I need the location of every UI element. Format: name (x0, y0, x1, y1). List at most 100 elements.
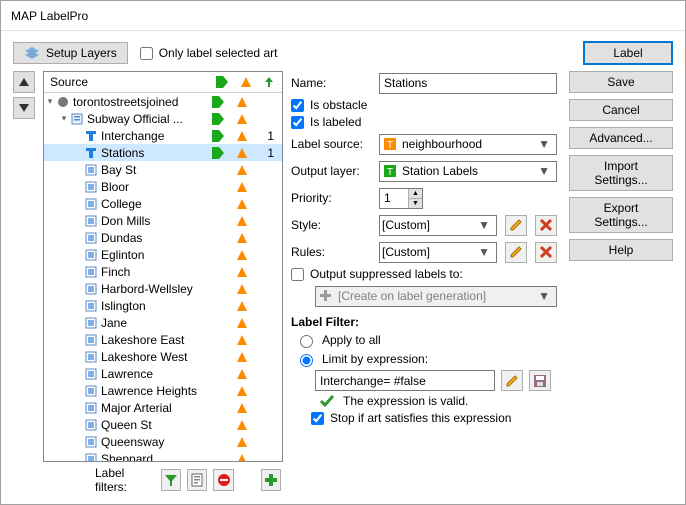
style-delete-button[interactable] (535, 215, 557, 236)
cone-icon (236, 385, 260, 397)
chevron-down-icon: ▼ (474, 218, 494, 232)
tree-item[interactable]: Finch (44, 263, 282, 280)
is-labeled-checkbox[interactable]: Is labeled (291, 115, 557, 129)
label-button[interactable]: Label (583, 41, 673, 65)
plus-layer-icon (318, 288, 334, 304)
help-button[interactable]: Help (569, 239, 673, 261)
item-icon (84, 146, 98, 160)
header-source[interactable]: Source (44, 72, 210, 92)
tree-item[interactable]: Bay St (44, 161, 282, 178)
item-label: Don Mills (101, 214, 212, 228)
item-label: Harbord-Wellsley (101, 282, 212, 296)
label-filter-heading: Label Filter: (291, 315, 557, 329)
tag-icon (212, 96, 236, 108)
expression-input[interactable] (315, 370, 495, 391)
tree-item[interactable]: Major Arterial (44, 399, 282, 416)
label-filters-label: Label filters: (45, 466, 155, 494)
export-settings-button[interactable]: Export Settings... (569, 197, 673, 233)
expression-save-button[interactable] (529, 370, 551, 391)
suppressed-target-select: [Create on label generation] ▼ (315, 286, 557, 307)
filter-funnel-button[interactable] (161, 469, 181, 491)
nav-up-button[interactable] (13, 71, 35, 93)
source-tree[interactable]: Source ▾torontostreetsjoined▾Subway Offi… (43, 71, 283, 462)
cone-icon (236, 266, 260, 278)
item-icon (84, 248, 98, 262)
is-obstacle-checkbox[interactable]: Is obstacle (291, 98, 557, 112)
label-source-select[interactable]: T neighbourhood ▼ (379, 134, 557, 155)
tree-header: Source (44, 72, 282, 93)
pencil-icon (505, 374, 519, 388)
step-down-icon[interactable]: ▼ (408, 199, 422, 208)
tree-item[interactable]: Lakeshore East (44, 331, 282, 348)
tree-item[interactable]: Harbord-Wellsley (44, 280, 282, 297)
tree-item[interactable]: Queen St (44, 416, 282, 433)
tree-item[interactable]: Lawrence (44, 365, 282, 382)
apply-to-all-radio[interactable]: Apply to all (291, 332, 557, 348)
item-label: torontostreetsjoined (73, 95, 212, 109)
rules-edit-button[interactable] (505, 242, 527, 263)
item-label: Dundas (101, 231, 212, 245)
item-icon (84, 384, 98, 398)
header-arrow-icon (258, 73, 282, 91)
tree-group[interactable]: ▾ Subway Official ... (44, 110, 282, 127)
tree-root[interactable]: ▾ torontostreetsjoined (44, 93, 282, 110)
cone-icon (236, 130, 260, 142)
tree-item[interactable]: Bloor (44, 178, 282, 195)
item-icon (84, 265, 98, 279)
pencil-icon (509, 245, 523, 259)
setup-layers-button[interactable]: Setup Layers (13, 42, 128, 64)
tree-item[interactable]: College (44, 195, 282, 212)
header-cone-icon (234, 73, 258, 91)
save-button[interactable]: Save (569, 71, 673, 93)
style-edit-button[interactable] (505, 215, 527, 236)
filter-doc-button[interactable] (187, 469, 207, 491)
rules-label: Rules: (291, 245, 371, 259)
item-icon (84, 129, 98, 143)
expression-edit-button[interactable] (501, 370, 523, 391)
funnel-icon (164, 473, 178, 487)
tree-item[interactable]: Islington (44, 297, 282, 314)
cone-icon (236, 249, 260, 261)
name-input[interactable] (379, 73, 557, 94)
cone-icon (236, 351, 260, 363)
tree-node[interactable]: Stations1 (44, 144, 282, 161)
filter-remove-button[interactable] (213, 469, 233, 491)
twisty-icon[interactable]: ▾ (58, 113, 70, 124)
svg-text:T: T (387, 167, 393, 177)
tree-item[interactable]: Lakeshore West (44, 348, 282, 365)
cone-icon (236, 317, 260, 329)
nav-down-button[interactable] (13, 97, 35, 119)
tree-node[interactable]: Interchange1 (44, 127, 282, 144)
document-icon (191, 473, 203, 487)
filter-add-button[interactable] (261, 469, 281, 491)
tree-item[interactable]: Dundas (44, 229, 282, 246)
step-up-icon[interactable]: ▲ (408, 189, 422, 199)
tree-item[interactable]: Lawrence Heights (44, 382, 282, 399)
output-suppressed-checkbox[interactable]: Output suppressed labels to: (291, 267, 557, 281)
item-icon (84, 231, 98, 245)
only-label-selected-checkbox[interactable]: Only label selected art (140, 46, 278, 60)
twisty-icon[interactable]: ▾ (44, 96, 56, 107)
style-select[interactable]: [Custom]▼ (379, 215, 497, 236)
cancel-button[interactable]: Cancel (569, 99, 673, 121)
item-label: Finch (101, 265, 212, 279)
cone-icon (236, 164, 260, 176)
item-label: Subway Official ... (87, 112, 212, 126)
tree-item[interactable]: Don Mills (44, 212, 282, 229)
output-layer-select[interactable]: T Station Labels ▼ (379, 161, 557, 182)
t-green-icon: T (382, 163, 398, 179)
tree-item[interactable]: Sheppard (44, 450, 282, 461)
rules-delete-button[interactable] (535, 242, 557, 263)
label-source-label: Label source: (291, 137, 371, 151)
advanced-button[interactable]: Advanced... (569, 127, 673, 149)
priority-stepper[interactable]: ▲▼ (379, 188, 423, 209)
limit-by-expression-radio[interactable]: Limit by expression: (291, 351, 557, 367)
import-settings-button[interactable]: Import Settings... (569, 155, 673, 191)
tree-item[interactable]: Queensway (44, 433, 282, 450)
x-icon (540, 219, 552, 231)
item-label: Interchange (101, 129, 212, 143)
rules-select[interactable]: [Custom]▼ (379, 242, 497, 263)
tree-item[interactable]: Jane (44, 314, 282, 331)
tree-item[interactable]: Eglinton (44, 246, 282, 263)
stop-if-checkbox[interactable]: Stop if art satisfies this expression (291, 411, 557, 425)
